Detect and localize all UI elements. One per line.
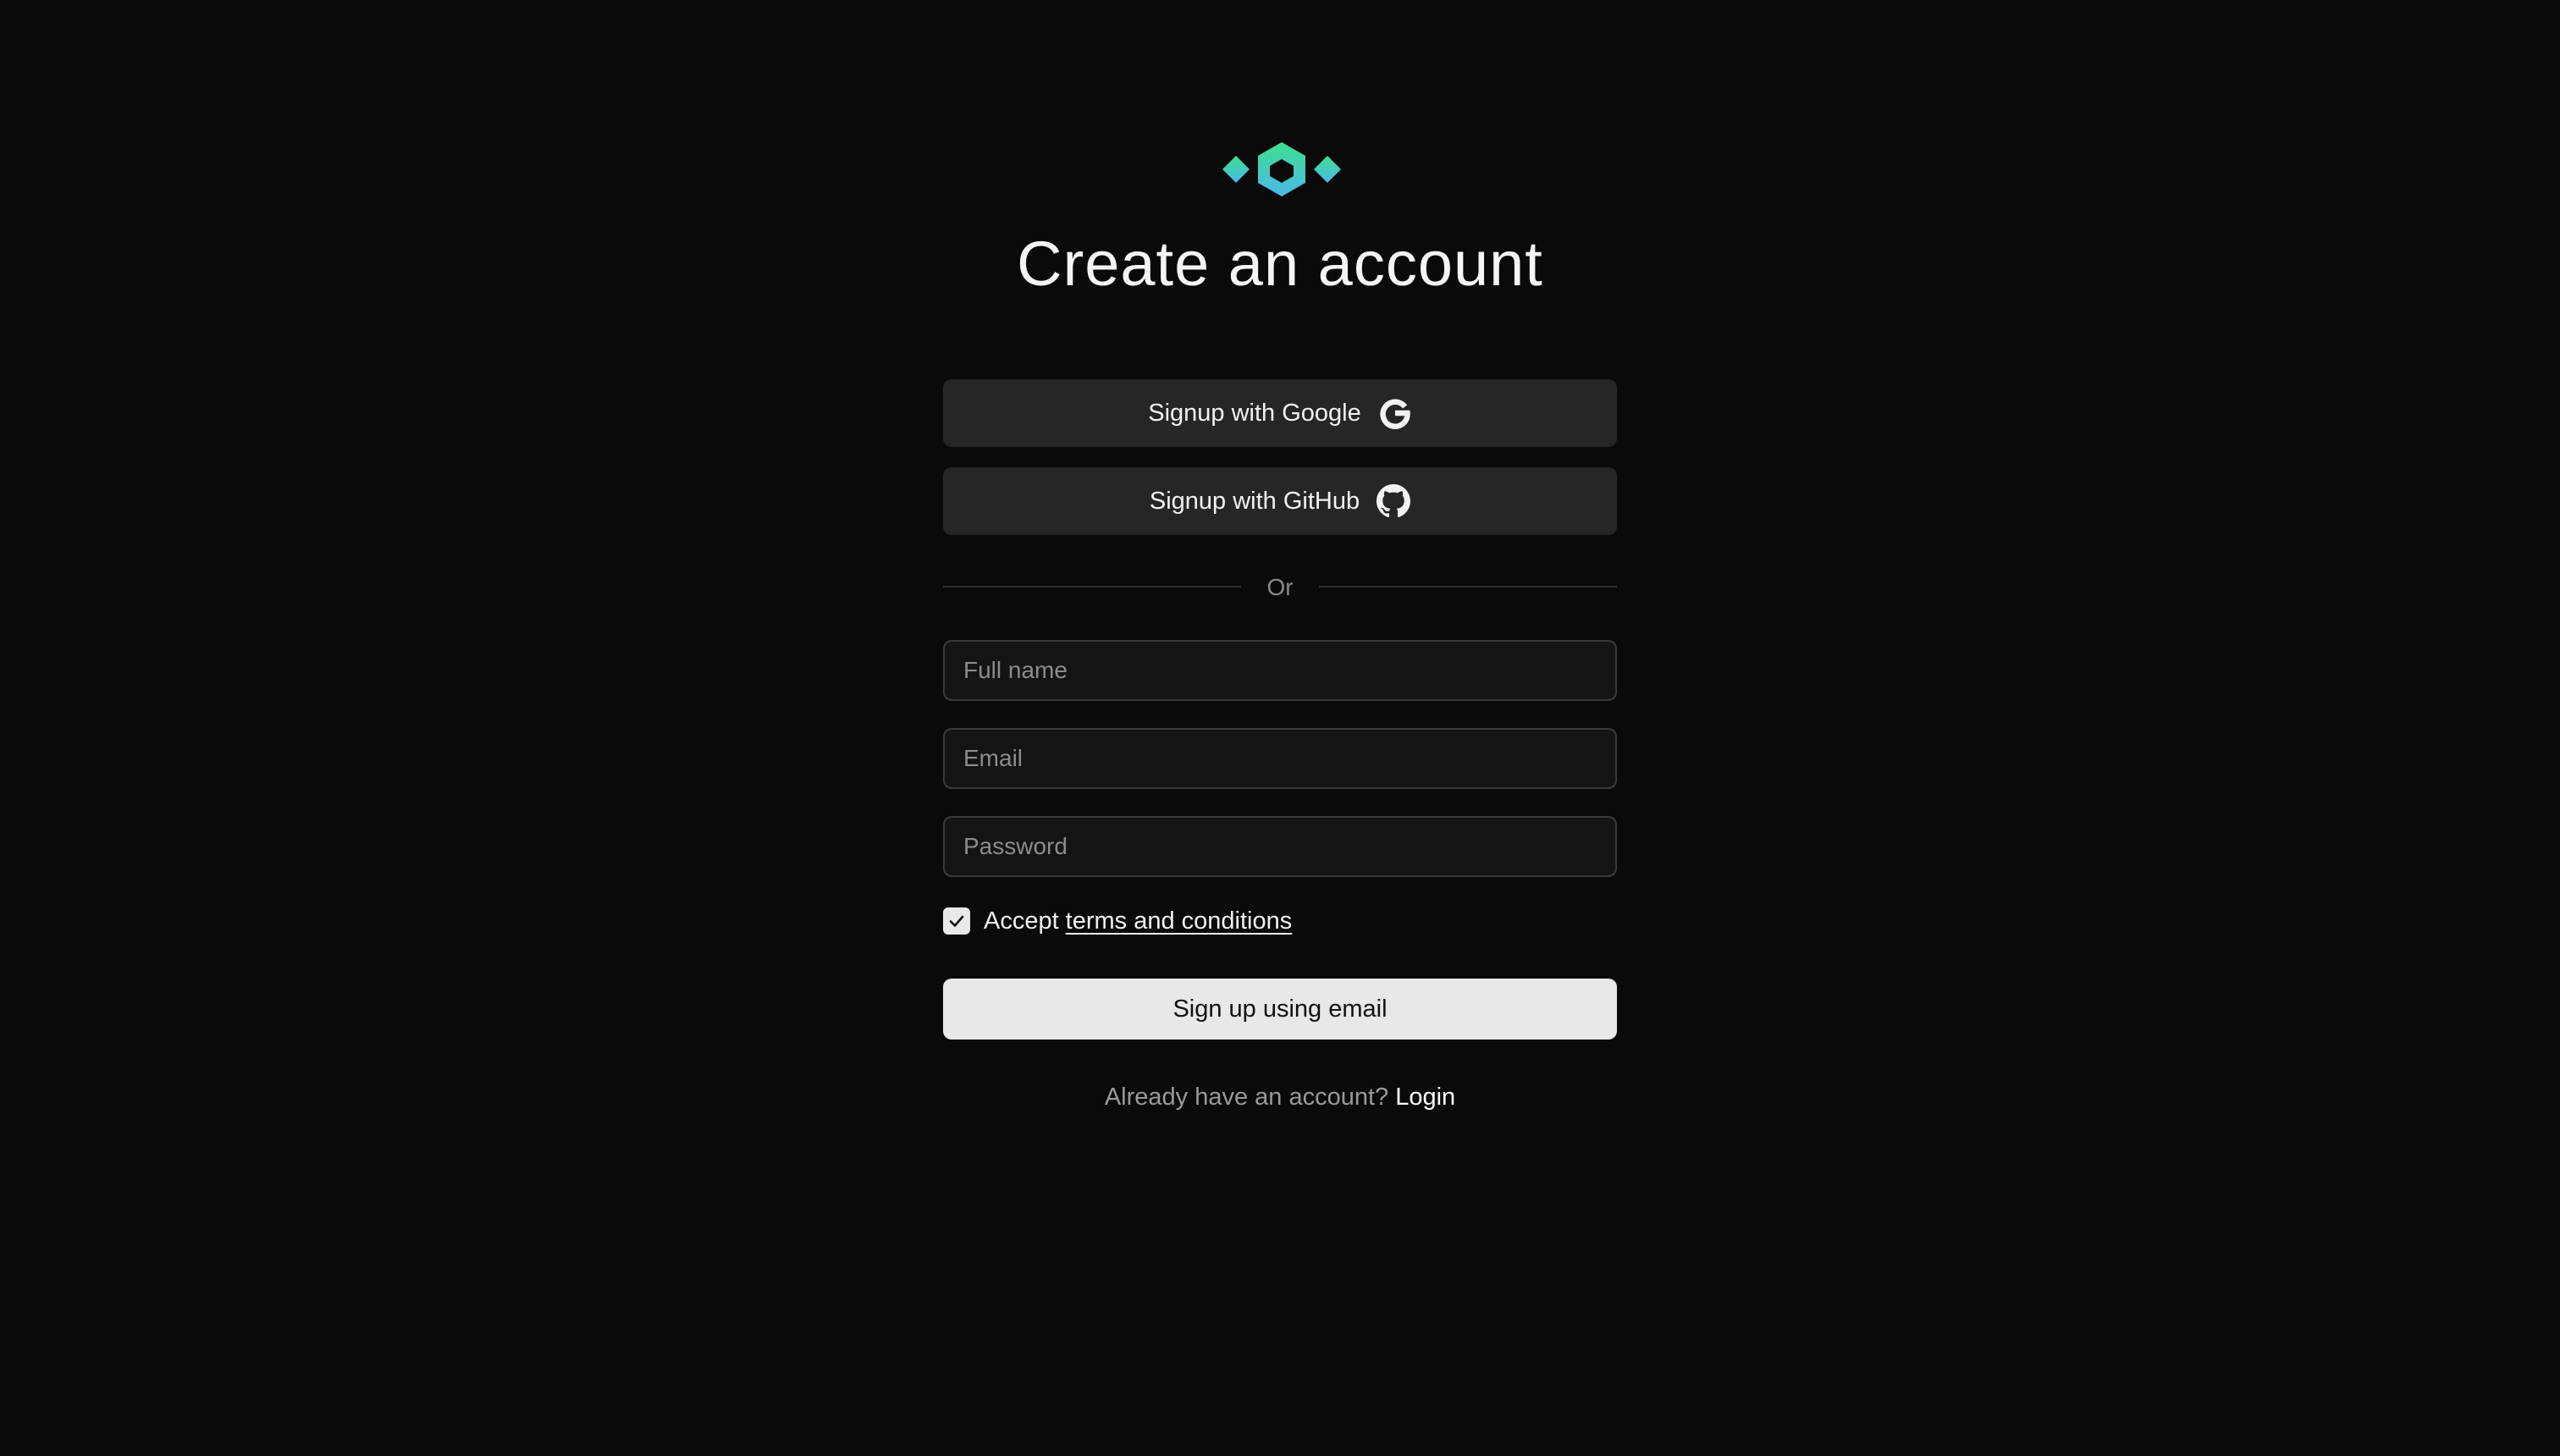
full-name-input[interactable]: [943, 640, 1617, 701]
signup-github-button[interactable]: Signup with GitHub: [943, 467, 1617, 535]
terms-prefix: Accept: [984, 907, 1059, 935]
terms-checkbox[interactable]: [943, 907, 970, 935]
signup-github-label: Signup with GitHub: [1149, 487, 1360, 515]
signup-email-button[interactable]: Sign up using email: [943, 979, 1617, 1040]
signup-page: Create an account Signup with Google Sig…: [0, 0, 2560, 1456]
password-input[interactable]: [943, 816, 1617, 877]
divider-label: Or: [1266, 574, 1294, 600]
signup-email-label: Sign up using email: [1172, 995, 1388, 1023]
checkmark-icon: [949, 915, 964, 927]
signup-google-button[interactable]: Signup with Google: [943, 379, 1617, 447]
terms-link[interactable]: terms and conditions: [1066, 907, 1293, 935]
login-prompt: Already have an account? Login: [943, 1078, 1617, 1116]
signup-google-label: Signup with Google: [1148, 399, 1361, 427]
divider-line-right: [1319, 586, 1617, 587]
login-link[interactable]: Login: [1395, 1084, 1455, 1111]
hexagon-diamonds-logo-icon: [1222, 142, 1341, 196]
divider-line-left: [943, 586, 1241, 587]
page-title: Create an account: [1017, 229, 1543, 299]
or-divider: Or: [943, 569, 1617, 606]
email-input[interactable]: [943, 728, 1617, 789]
login-prompt-text: Already have an account?: [1104, 1084, 1389, 1111]
github-icon: [1377, 484, 1411, 518]
google-icon: [1380, 399, 1410, 430]
terms-row: Accept terms and conditions: [943, 904, 1292, 938]
